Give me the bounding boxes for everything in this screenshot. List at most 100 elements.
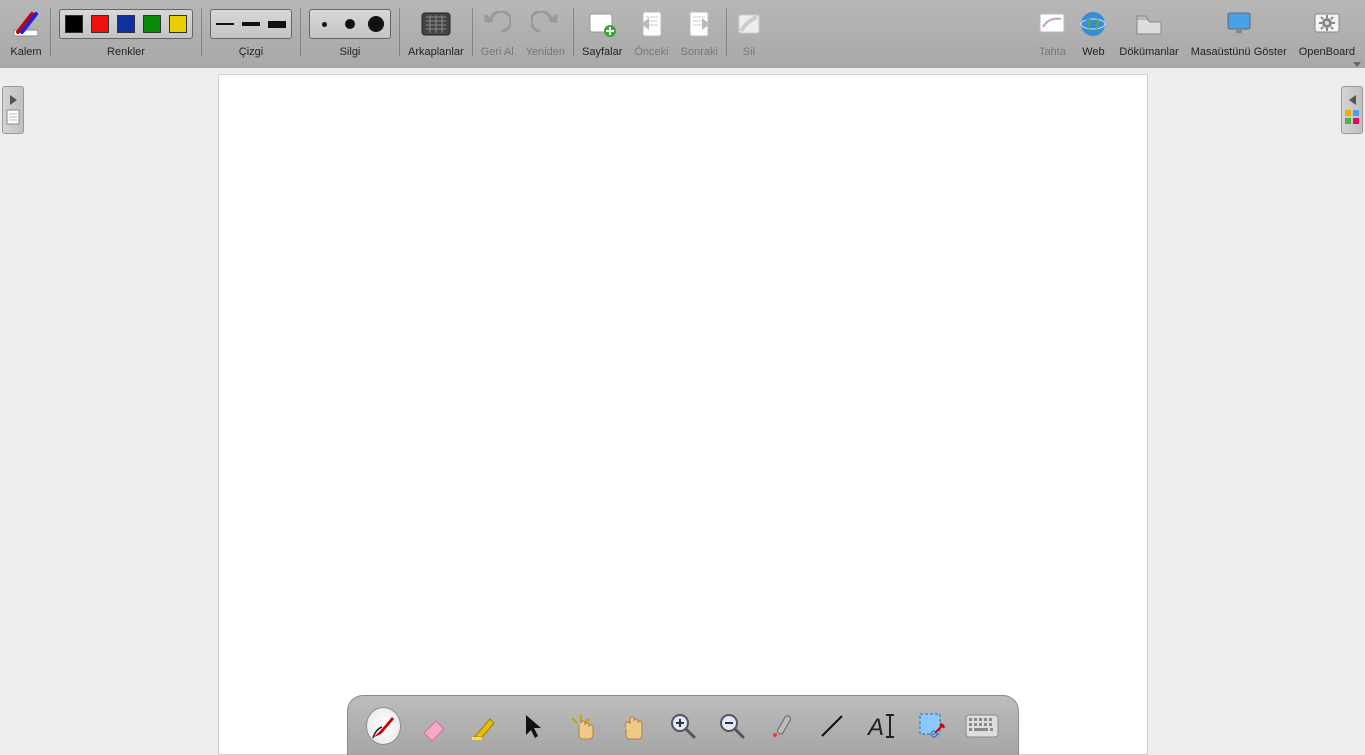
cursor-arrow-icon — [520, 711, 546, 741]
separator — [399, 8, 400, 56]
hand-icon — [618, 711, 648, 741]
new-page-icon — [587, 11, 617, 37]
separator — [201, 8, 202, 56]
pages-button[interactable]: Sayfalar — [576, 4, 628, 66]
line-med[interactable] — [239, 12, 263, 36]
color-swatch-yellow[interactable] — [166, 12, 190, 36]
color-palette: Renkler — [53, 4, 199, 66]
prev-label: Önceki — [634, 46, 668, 58]
documents-label: Dökümanlar — [1119, 46, 1178, 58]
library-icon — [1344, 109, 1360, 125]
pen-icon — [368, 711, 398, 741]
eraser-large[interactable] — [364, 12, 388, 36]
dock-eraser-tool[interactable] — [415, 707, 451, 745]
dock-zoom-in-tool[interactable] — [665, 707, 701, 745]
undo-label: Geri Al — [481, 46, 514, 58]
text-icon: A — [866, 711, 898, 741]
eraser-small[interactable] — [312, 12, 336, 36]
color-swatch-blue[interactable] — [114, 12, 138, 36]
right-panel-toggle[interactable] — [1341, 86, 1363, 134]
documents-view-button[interactable]: Dökümanlar — [1113, 4, 1184, 66]
gear-panel-icon — [1312, 11, 1342, 37]
pointer-hand-icon — [567, 711, 599, 741]
line-width-row — [210, 9, 292, 39]
board-label: Tahta — [1039, 46, 1066, 58]
show-desktop-button[interactable]: Masaüstünü Göster — [1185, 4, 1293, 66]
dock-keyboard-tool[interactable] — [964, 707, 1000, 745]
monitor-icon — [1224, 10, 1254, 38]
next-page-icon — [686, 10, 712, 38]
separator — [300, 8, 301, 56]
delete-button[interactable]: Sil — [729, 4, 769, 66]
colors-label: Renkler — [107, 46, 145, 58]
workspace — [0, 68, 1365, 755]
backgrounds-button[interactable]: Arkaplanlar — [402, 4, 470, 66]
desktop-label: Masaüstünü Göster — [1191, 46, 1287, 58]
eraser-med[interactable] — [338, 12, 362, 36]
folder-icon — [1134, 11, 1164, 37]
web-label: Web — [1082, 46, 1104, 58]
redo-icon — [531, 11, 559, 37]
separator — [50, 8, 51, 56]
line-thick[interactable] — [265, 12, 289, 36]
separator — [573, 8, 574, 56]
openboard-label: OpenBoard — [1299, 46, 1355, 58]
color-swatch-row — [59, 9, 193, 39]
redo-label: Yeniden — [526, 46, 565, 58]
stylus-icon — [10, 8, 42, 40]
dock-capture-tool[interactable] — [914, 707, 950, 745]
highlighter-icon — [468, 711, 498, 741]
board-icon — [1037, 11, 1067, 37]
laser-icon — [767, 711, 797, 741]
backgrounds-icon — [420, 11, 452, 37]
color-swatch-black[interactable] — [62, 12, 86, 36]
pen-label: Kalem — [10, 46, 41, 58]
keyboard-icon — [965, 714, 999, 738]
color-swatch-red[interactable] — [88, 12, 112, 36]
top-toolbar: Kalem Renkler Çizgi — [0, 0, 1365, 68]
prev-page-button[interactable]: Önceki — [628, 4, 674, 66]
pen-tool[interactable]: Kalem — [4, 4, 48, 66]
eraser-size-row — [309, 9, 391, 39]
canvas-page[interactable] — [218, 74, 1148, 755]
dock-laser-tool[interactable] — [764, 707, 800, 745]
chevron-left-icon — [1349, 95, 1356, 105]
capture-icon — [917, 711, 947, 741]
clear-icon — [735, 11, 763, 37]
zoom-in-icon — [668, 711, 698, 741]
dock-zoom-out-tool[interactable] — [714, 707, 750, 745]
separator — [726, 8, 727, 56]
line-icon — [817, 711, 847, 741]
delete-label: Sil — [743, 46, 755, 58]
color-swatch-green[interactable] — [140, 12, 164, 36]
undo-icon — [483, 11, 511, 37]
dock-selector-tool[interactable] — [515, 707, 551, 745]
dock-pen-tool[interactable] — [366, 707, 402, 745]
separator — [472, 8, 473, 56]
pages-label: Sayfalar — [582, 46, 622, 58]
left-panel-toggle[interactable] — [2, 86, 24, 134]
board-view-button[interactable]: Tahta — [1031, 4, 1073, 66]
next-page-button[interactable]: Sonraki — [675, 4, 724, 66]
web-view-button[interactable]: Web — [1073, 4, 1113, 66]
chevron-right-icon — [10, 95, 17, 105]
dock-interact-tool[interactable] — [565, 707, 601, 745]
line-thin[interactable] — [213, 12, 237, 36]
undo-button[interactable]: Geri Al — [475, 4, 520, 66]
dock-hand-tool[interactable] — [615, 707, 651, 745]
prev-page-icon — [639, 10, 665, 38]
backgrounds-label: Arkaplanlar — [408, 46, 464, 58]
svg-text:A: A — [866, 714, 884, 741]
dock-text-tool[interactable]: A — [864, 707, 900, 745]
dock-line-tool[interactable] — [814, 707, 850, 745]
pages-thumb-icon — [6, 109, 20, 125]
tool-dock: A — [347, 695, 1019, 755]
eraser-label: Silgi — [340, 46, 361, 58]
next-label: Sonraki — [681, 46, 718, 58]
line-label: Çizgi — [239, 46, 263, 58]
redo-button[interactable]: Yeniden — [520, 4, 571, 66]
toolbar-overflow-dropdown[interactable] — [1351, 56, 1363, 66]
dock-highlighter-tool[interactable] — [465, 707, 501, 745]
line-width-group: Çizgi — [204, 4, 298, 66]
eraser-size-group: Silgi — [303, 4, 397, 66]
